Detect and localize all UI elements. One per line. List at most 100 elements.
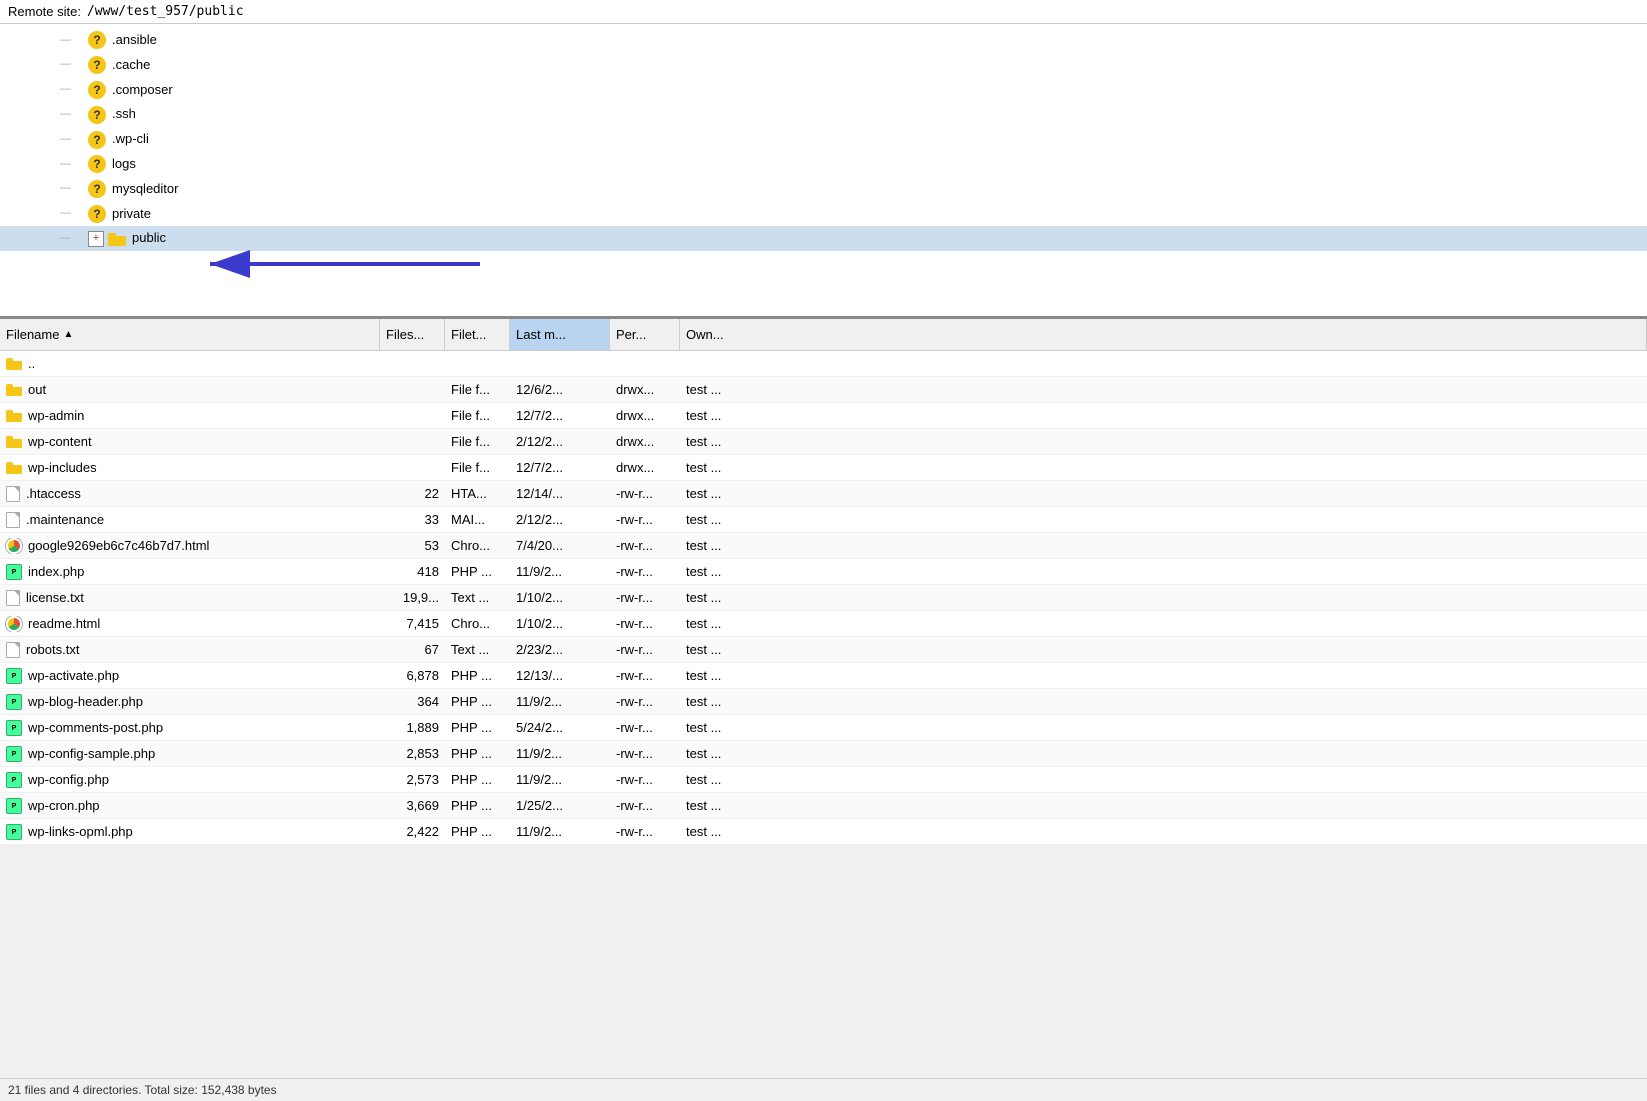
- cell-owner: test ...: [680, 642, 1647, 657]
- cell-perm: -rw-r...: [610, 564, 680, 579]
- cell-owner: test ...: [680, 798, 1647, 813]
- tree-item-ssh[interactable]: —?.ssh: [0, 102, 1647, 127]
- tree-item-cache[interactable]: —?.cache: [0, 53, 1647, 78]
- cell-perm: -rw-r...: [610, 590, 680, 605]
- table-row[interactable]: .maintenance33MAI...2/12/2...-rw-r...tes…: [0, 507, 1647, 533]
- filename-text: wp-blog-header.php: [28, 694, 143, 709]
- cell-owner: test ...: [680, 772, 1647, 787]
- tree-connector: —: [60, 131, 84, 149]
- cell-perm: drwx...: [610, 408, 680, 423]
- col-header-label: Own...: [686, 327, 724, 342]
- col-header-label: Files...: [386, 327, 424, 342]
- cell-filesize: 6,878: [380, 668, 445, 683]
- file-icon: [6, 642, 20, 658]
- col-header-filetype[interactable]: Filet...: [445, 319, 510, 350]
- cell-filesize: 2,573: [380, 772, 445, 787]
- tree-item-composer[interactable]: —?.composer: [0, 78, 1647, 103]
- tree-item-public[interactable]: —+public: [0, 226, 1647, 251]
- cell-perm: -rw-r...: [610, 538, 680, 553]
- cell-filetype: File f...: [445, 460, 510, 475]
- cell-owner: test ...: [680, 382, 1647, 397]
- table-row[interactable]: readme.html7,415Chro...1/10/2...-rw-r...…: [0, 611, 1647, 637]
- question-icon: ?: [88, 56, 106, 74]
- remote-site-path: /www/test_957/public: [87, 4, 244, 19]
- cell-lastmod: 7/4/20...: [510, 538, 610, 553]
- table-row[interactable]: license.txt19,9...Text ...1/10/2...-rw-r…: [0, 585, 1647, 611]
- sort-arrow-icon: ▲: [63, 329, 73, 340]
- table-row[interactable]: Pwp-config.php2,573PHP ...11/9/2...-rw-r…: [0, 767, 1647, 793]
- cell-filetype: File f...: [445, 382, 510, 397]
- question-icon: ?: [88, 180, 106, 198]
- table-row[interactable]: wp-contentFile f...2/12/2...drwx...test …: [0, 429, 1647, 455]
- col-header-filesize[interactable]: Files...: [380, 319, 445, 350]
- cell-filetype: PHP ...: [445, 564, 510, 579]
- file-icon: [6, 590, 20, 606]
- cell-filesize: 7,415: [380, 616, 445, 631]
- cell-perm: -rw-r...: [610, 720, 680, 735]
- cell-filename: license.txt: [0, 590, 380, 606]
- table-row[interactable]: Pindex.php418PHP ...11/9/2...-rw-r...tes…: [0, 559, 1647, 585]
- cell-filetype: File f...: [445, 434, 510, 449]
- file-headers: Filename▲ Files... Filet...Last m...Per...…: [0, 319, 1647, 351]
- folder-icon: [108, 232, 126, 246]
- table-row[interactable]: google9269eb6c7c46b7d7.html53Chro...7/4/…: [0, 533, 1647, 559]
- annotation-arrow: [100, 249, 500, 309]
- table-row[interactable]: outFile f...12/6/2...drwx...test ...: [0, 377, 1647, 403]
- cell-perm: -rw-r...: [610, 798, 680, 813]
- cell-filesize: 2,422: [380, 824, 445, 839]
- cell-lastmod: 1/10/2...: [510, 590, 610, 605]
- tree-item-logs[interactable]: —?logs: [0, 152, 1647, 177]
- cell-filetype: Text ...: [445, 590, 510, 605]
- filename-text: wp-config-sample.php: [28, 746, 155, 761]
- cell-filename: Pwp-comments-post.php: [0, 720, 380, 736]
- col-header-filename[interactable]: Filename▲: [0, 319, 380, 350]
- col-header-permissions[interactable]: Per...: [610, 319, 680, 350]
- tree-connector: —: [60, 56, 84, 74]
- filename-text: wp-content: [28, 434, 92, 449]
- table-row[interactable]: wp-adminFile f...12/7/2...drwx...test ..…: [0, 403, 1647, 429]
- cell-owner: test ...: [680, 746, 1647, 761]
- tree-connector: —: [60, 32, 84, 50]
- tree-item-ansible[interactable]: —?.ansible: [0, 28, 1647, 53]
- table-row[interactable]: Pwp-cron.php3,669PHP ...1/25/2...-rw-r..…: [0, 793, 1647, 819]
- tree-item-mysqleditor[interactable]: —? mysqleditor: [0, 177, 1647, 202]
- col-header-owner[interactable]: Own...: [680, 319, 1647, 350]
- cell-filesize: 2,853: [380, 746, 445, 761]
- cell-owner: test ...: [680, 720, 1647, 735]
- table-row[interactable]: Pwp-blog-header.php364PHP ...11/9/2...-r…: [0, 689, 1647, 715]
- cell-filesize: 1,889: [380, 720, 445, 735]
- table-row[interactable]: Pwp-config-sample.php2,853PHP ...11/9/2.…: [0, 741, 1647, 767]
- tree-expander[interactable]: +: [88, 231, 104, 247]
- table-row[interactable]: ..: [0, 351, 1647, 377]
- filename-text: index.php: [28, 564, 84, 579]
- tree-item-private[interactable]: —?private: [0, 202, 1647, 227]
- tree-connector: —: [60, 180, 84, 198]
- question-icon: ?: [88, 155, 106, 173]
- filename-text: wp-links-opml.php: [28, 824, 133, 839]
- cell-perm: -rw-r...: [610, 772, 680, 787]
- cell-lastmod: 12/7/2...: [510, 460, 610, 475]
- cell-filename: out: [0, 382, 380, 397]
- table-row[interactable]: .htaccess22HTA...12/14/...-rw-r...test .…: [0, 481, 1647, 507]
- table-row[interactable]: robots.txt67Text ...2/23/2...-rw-r...tes…: [0, 637, 1647, 663]
- cell-perm: -rw-r...: [610, 694, 680, 709]
- tree-item-label: .ansible: [112, 30, 157, 51]
- cell-filesize: 19,9...: [380, 590, 445, 605]
- table-row[interactable]: Pwp-comments-post.php1,889PHP ...5/24/2.…: [0, 715, 1647, 741]
- cell-filetype: PHP ...: [445, 720, 510, 735]
- cell-filename: .htaccess: [0, 486, 380, 502]
- col-header-lastmod[interactable]: Last m...: [510, 319, 610, 350]
- tree-item-label: mysqleditor: [112, 179, 178, 200]
- chrome-icon: [6, 616, 22, 632]
- cell-filesize: 418: [380, 564, 445, 579]
- file-icon: [6, 512, 20, 528]
- cell-lastmod: 11/9/2...: [510, 824, 610, 839]
- filename-text: wp-config.php: [28, 772, 109, 787]
- cell-filename: Pwp-links-opml.php: [0, 824, 380, 840]
- cell-perm: drwx...: [610, 460, 680, 475]
- chrome-icon: [6, 538, 22, 554]
- table-row[interactable]: Pwp-activate.php6,878PHP ...12/13/...-rw…: [0, 663, 1647, 689]
- table-row[interactable]: Pwp-links-opml.php2,422PHP ...11/9/2...-…: [0, 819, 1647, 845]
- table-row[interactable]: wp-includesFile f...12/7/2...drwx...test…: [0, 455, 1647, 481]
- tree-item-wp-cli[interactable]: —?.wp-cli: [0, 127, 1647, 152]
